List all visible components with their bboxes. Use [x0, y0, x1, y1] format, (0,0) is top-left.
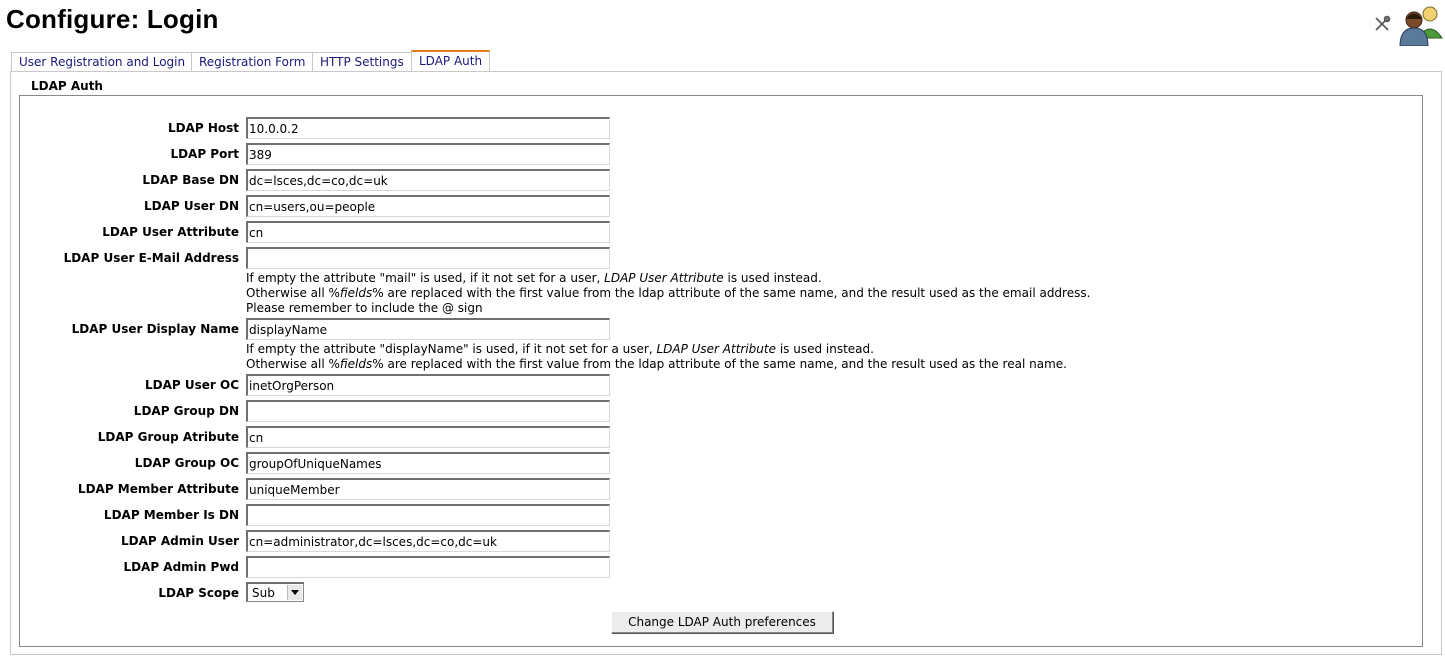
tab-ldap-auth[interactable]: LDAP Auth [411, 50, 491, 72]
ldap-member-attribute-input[interactable] [246, 478, 610, 500]
header-icons [1372, 4, 1444, 46]
tab-user-registration-and-login[interactable]: User Registration and Login [11, 52, 194, 71]
tab-http-settings[interactable]: HTTP Settings [312, 52, 412, 71]
help-text-line: Please remember to include the @ sign [246, 301, 483, 315]
help-text-line: Otherwise all %fields% are replaced with… [246, 357, 1067, 371]
field-label: LDAP User Display Name [71, 322, 239, 336]
ldap-group-dn-input[interactable] [246, 400, 610, 422]
field-label: LDAP Group OC [134, 456, 239, 470]
change-ldap-auth-preferences-button[interactable]: Change LDAP Auth preferences [611, 611, 833, 633]
ldap-member-is-dn-input[interactable] [246, 504, 610, 526]
ldap-host-input[interactable] [246, 117, 610, 139]
ldap-port-input[interactable] [246, 143, 610, 165]
ldap-user-display-name-input[interactable] [246, 318, 610, 340]
page-title: Configure: Login [6, 4, 219, 34]
field-label: LDAP Host [167, 121, 239, 135]
field-label: LDAP User Attribute [102, 225, 239, 239]
field-label: LDAP User OC [145, 378, 239, 392]
field-label: LDAP Port [170, 147, 239, 161]
field-label: LDAP Base DN [142, 173, 239, 187]
ldap-base-dn-input[interactable] [246, 169, 610, 191]
tab-registration-form[interactable]: Registration Form [191, 52, 314, 71]
help-text-line: If empty the attribute "displayName" is … [246, 342, 874, 356]
users-icon[interactable] [1392, 4, 1444, 46]
ldap-user-attribute-input[interactable] [246, 221, 610, 243]
chevron-down-icon[interactable] [287, 585, 302, 600]
field-label: LDAP Member Is DN [103, 508, 239, 522]
field-label: LDAP Member Attribute [77, 482, 239, 496]
field-label: LDAP Group DN [133, 404, 239, 418]
ldap-user-email-input[interactable] [246, 247, 610, 269]
field-label: LDAP User E-Mail Address [63, 251, 239, 265]
field-label: LDAP Group Atribute [97, 430, 239, 444]
help-text-line: If empty the attribute "mail" is used, i… [246, 271, 822, 285]
ldap-scope-select[interactable]: Sub [246, 582, 304, 602]
help-text-line: Otherwise all %fields% are replaced with… [246, 286, 1091, 300]
ldap-group-attribute-input[interactable] [246, 426, 610, 448]
field-label: LDAP Scope [158, 586, 239, 600]
ldap-scope-selected-value: Sub [252, 586, 275, 600]
ldap-admin-pwd-input[interactable] [246, 556, 610, 578]
fieldset-legend: LDAP Auth [25, 78, 109, 94]
ldap-user-dn-input[interactable] [246, 195, 610, 217]
ldap-admin-user-input[interactable] [246, 530, 610, 552]
field-label: LDAP Admin Pwd [123, 560, 239, 574]
ldap-group-oc-input[interactable] [246, 452, 610, 474]
field-label: LDAP User DN [144, 199, 239, 213]
field-label: LDAP Admin User [120, 534, 239, 548]
ldap-user-oc-input[interactable] [246, 374, 610, 396]
